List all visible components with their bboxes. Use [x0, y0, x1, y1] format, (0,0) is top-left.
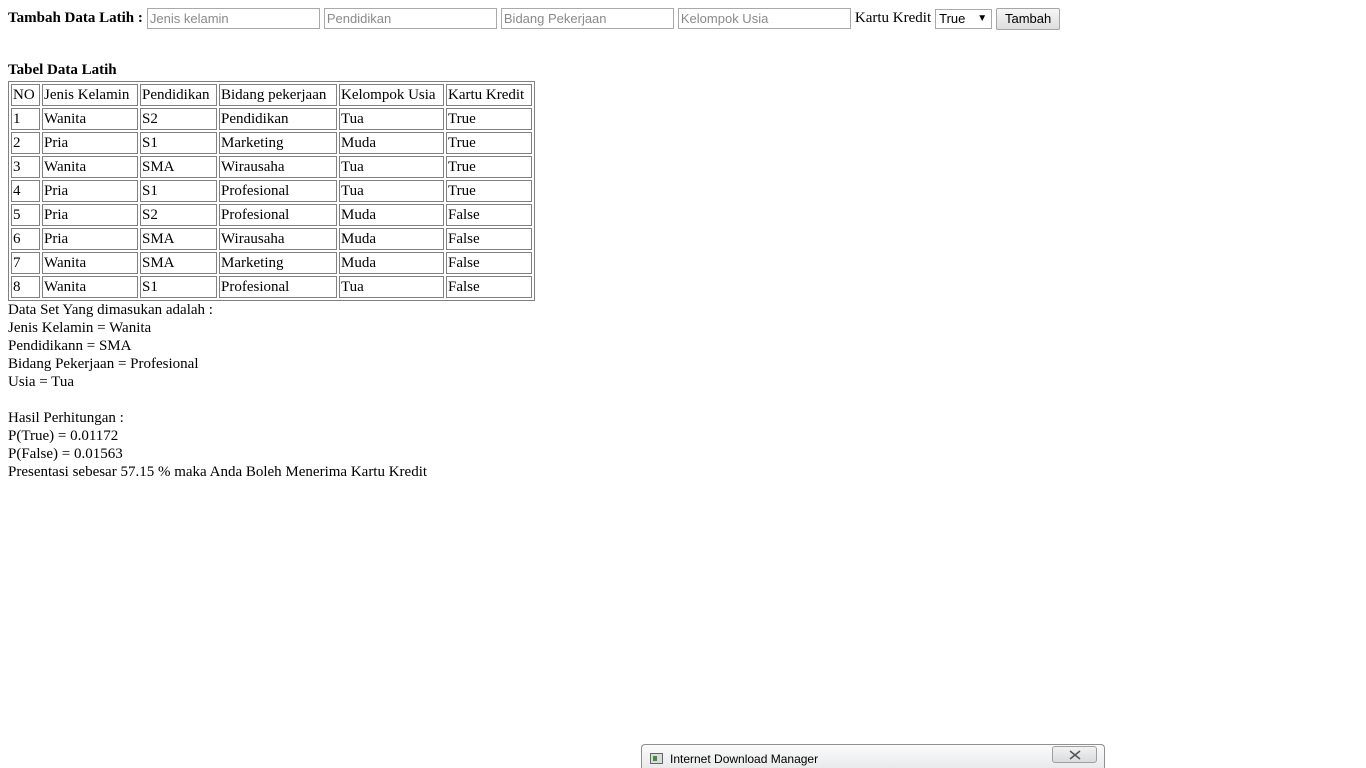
- kelompok-usia-input[interactable]: [677, 8, 851, 29]
- header-jenis-kelamin: Jenis Kelamin: [42, 84, 138, 106]
- cell-no: 6: [11, 228, 40, 250]
- cell-no: 8: [11, 276, 40, 298]
- training-data-table: NO Jenis Kelamin Pendidikan Bidang peker…: [8, 81, 535, 301]
- cell-bidang-pekerjaan: Pendidikan: [219, 108, 337, 130]
- cell-kelompok-usia: Tua: [339, 108, 444, 130]
- cell-pendidikan: SMA: [140, 156, 217, 178]
- cell-kartu-kredit: True: [446, 132, 532, 154]
- cell-kartu-kredit: False: [446, 228, 532, 250]
- cell-jenis-kelamin: Wanita: [42, 276, 138, 298]
- kartu-kredit-select[interactable]: True ▼: [935, 8, 993, 29]
- cell-pendidikan: S2: [140, 108, 217, 130]
- input-usia: Usia = Tua: [8, 374, 74, 390]
- p-false-value: P(False) = 0.01563: [8, 446, 123, 462]
- header-pendidikan: Pendidikan: [140, 84, 217, 106]
- page: Tambah Data Latih : Kartu Kredit True ▼ …: [0, 0, 1366, 768]
- cell-pendidikan: S1: [140, 132, 217, 154]
- cell-kelompok-usia: Muda: [339, 252, 444, 274]
- dataset-heading: Data Set Yang dimasukan adalah :: [8, 302, 213, 318]
- cell-kartu-kredit: False: [446, 252, 532, 274]
- cell-no: 7: [11, 252, 40, 274]
- cell-kelompok-usia: Muda: [339, 132, 444, 154]
- hasil-heading: Hasil Perhitungan :: [8, 410, 124, 426]
- p-true-value: P(True) = 0.01172: [8, 428, 119, 444]
- cell-pendidikan: S1: [140, 180, 217, 202]
- cell-bidang-pekerjaan: Wirausaha: [219, 228, 337, 250]
- cell-kartu-kredit: False: [446, 204, 532, 226]
- kartu-kredit-selected-value: True: [939, 11, 966, 26]
- cell-jenis-kelamin: Pria: [42, 204, 138, 226]
- table-row: 4 Pria S1 Profesional Tua True: [11, 180, 532, 202]
- idm-app-icon: [650, 753, 663, 764]
- cell-kartu-kredit: True: [446, 108, 532, 130]
- cell-no: 1: [11, 108, 40, 130]
- cell-no: 5: [11, 204, 40, 226]
- add-data-form: Tambah Data Latih : Kartu Kredit True ▼ …: [8, 7, 1061, 30]
- cell-bidang-pekerjaan: Marketing: [219, 132, 337, 154]
- cell-bidang-pekerjaan: Profesional: [219, 276, 337, 298]
- cell-pendidikan: S2: [140, 204, 217, 226]
- cell-jenis-kelamin: Wanita: [42, 108, 138, 130]
- cell-pendidikan: SMA: [140, 228, 217, 250]
- cell-kartu-kredit: True: [446, 156, 532, 178]
- jenis-kelamin-input[interactable]: [146, 8, 320, 29]
- cell-kelompok-usia: Muda: [339, 228, 444, 250]
- cell-kelompok-usia: Muda: [339, 204, 444, 226]
- header-kelompok-usia: Kelompok Usia: [339, 84, 444, 106]
- pendidikan-input[interactable]: [323, 8, 497, 29]
- table-title: Tabel Data Latih: [8, 62, 117, 78]
- table-row: 7 Wanita SMA Marketing Muda False: [11, 252, 532, 274]
- table-row: 2 Pria S1 Marketing Muda True: [11, 132, 532, 154]
- cell-pendidikan: SMA: [140, 252, 217, 274]
- header-kartu-kredit: Kartu Kredit: [446, 84, 532, 106]
- close-icon[interactable]: [1052, 746, 1097, 763]
- input-jenis-kelamin: Jenis Kelamin = Wanita: [8, 320, 152, 336]
- kartu-kredit-label: Kartu Kredit: [854, 10, 932, 26]
- input-pendidikan: Pendidikann = SMA: [8, 338, 132, 354]
- table-row: 3 Wanita SMA Wirausaha Tua True: [11, 156, 532, 178]
- header-bidang-pekerjaan: Bidang pekerjaan: [219, 84, 337, 106]
- dropdown-arrow-icon: ▼: [977, 13, 988, 24]
- conclusion-text: Presentasi sebesar 57.15 % maka Anda Bol…: [8, 464, 428, 480]
- form-title: Tambah Data Latih :: [8, 10, 143, 26]
- idm-download-bar[interactable]: Internet Download Manager: [641, 744, 1105, 768]
- cell-pendidikan: S1: [140, 276, 217, 298]
- cell-bidang-pekerjaan: Profesional: [219, 180, 337, 202]
- table-row: 6 Pria SMA Wirausaha Muda False: [11, 228, 532, 250]
- bidang-pekerjaan-input[interactable]: [500, 8, 674, 29]
- cell-jenis-kelamin: Wanita: [42, 156, 138, 178]
- close-x-glyph: [1069, 749, 1080, 760]
- cell-kartu-kredit: False: [446, 276, 532, 298]
- cell-kelompok-usia: Tua: [339, 276, 444, 298]
- cell-bidang-pekerjaan: Wirausaha: [219, 156, 337, 178]
- cell-bidang-pekerjaan: Marketing: [219, 252, 337, 274]
- table-row: 5 Pria S2 Profesional Muda False: [11, 204, 532, 226]
- cell-jenis-kelamin: Pria: [42, 228, 138, 250]
- cell-no: 3: [11, 156, 40, 178]
- header-no: NO: [11, 84, 40, 106]
- input-bidang-pekerjaan: Bidang Pekerjaan = Profesional: [8, 356, 199, 372]
- results-section: Data Set Yang dimasukan adalah : Jenis K…: [8, 301, 427, 481]
- table-header-row: NO Jenis Kelamin Pendidikan Bidang peker…: [11, 84, 532, 106]
- table-row: 8 Wanita S1 Profesional Tua False: [11, 276, 532, 298]
- cell-bidang-pekerjaan: Profesional: [219, 204, 337, 226]
- cell-jenis-kelamin: Pria: [42, 180, 138, 202]
- cell-no: 4: [11, 180, 40, 202]
- cell-kartu-kredit: True: [446, 180, 532, 202]
- table-row: 1 Wanita S2 Pendidikan Tua True: [11, 108, 532, 130]
- cell-kelompok-usia: Tua: [339, 180, 444, 202]
- cell-jenis-kelamin: Wanita: [42, 252, 138, 274]
- cell-jenis-kelamin: Pria: [42, 132, 138, 154]
- cell-no: 2: [11, 132, 40, 154]
- cell-kelompok-usia: Tua: [339, 156, 444, 178]
- tambah-button[interactable]: Tambah: [996, 7, 1061, 30]
- idm-title: Internet Download Manager: [670, 752, 819, 766]
